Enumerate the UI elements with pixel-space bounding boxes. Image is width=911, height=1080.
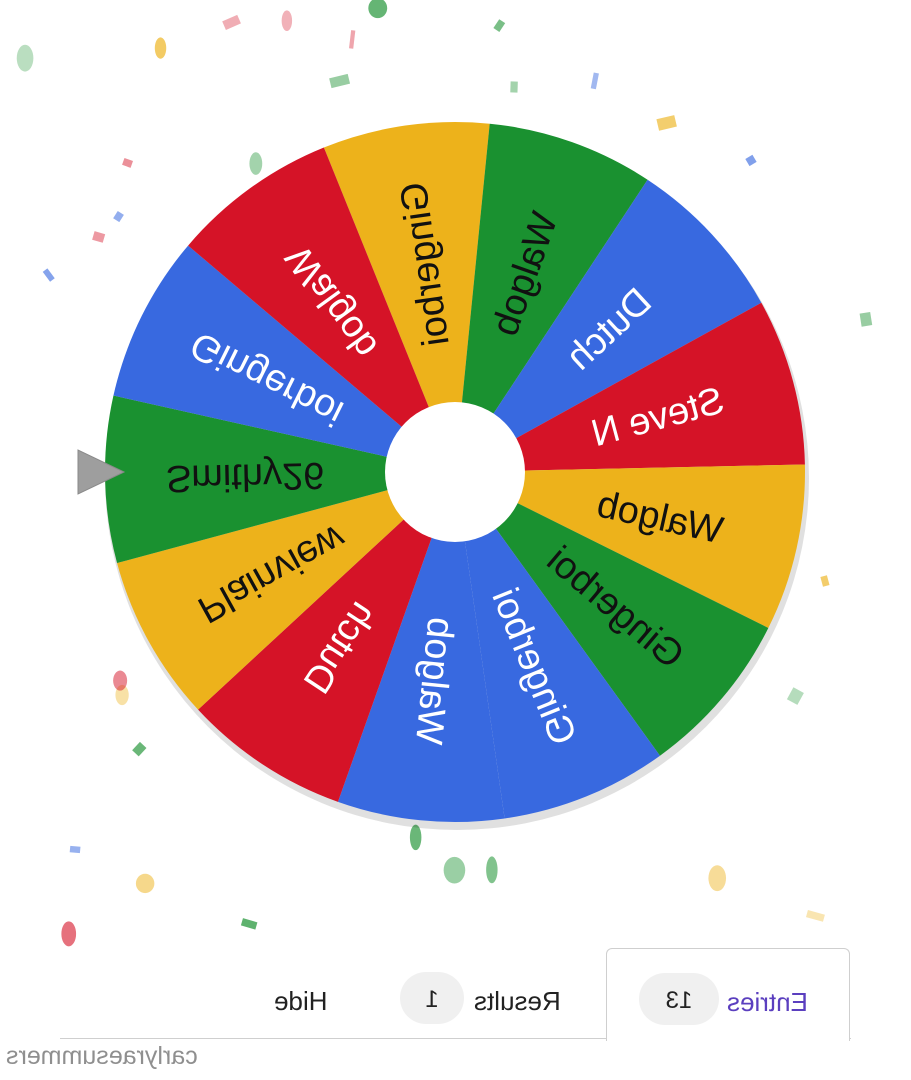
- results-count: 1: [425, 986, 439, 1013]
- entries-count: 13: [665, 987, 693, 1014]
- watermark: carlyraesummers: [6, 1042, 198, 1070]
- wheel-center-hub[interactable]: [385, 402, 525, 542]
- results-count-badge: 1: [400, 972, 464, 1024]
- tab-results[interactable]: 1 Results: [400, 948, 590, 1038]
- wheel-segment-label: Smithy26: [165, 454, 324, 499]
- hide-label: Hide: [274, 986, 328, 1016]
- spinner-wheel[interactable]: Gingerboi Walgob Dutch Steve N Walgob Gingerb…: [0, 0, 911, 1080]
- entries-count-badge: 13: [639, 973, 719, 1025]
- tab-entries[interactable]: 13 Entries: [606, 948, 850, 1041]
- entries-label: Entries: [727, 987, 808, 1017]
- results-label: Results: [474, 986, 561, 1016]
- wheel-graphic[interactable]: Gingerboi WalgobDutchSteve NWalgobGingerb…: [0, 0, 911, 1080]
- tab-bar: 13 Entries 1 Results Hide: [0, 940, 911, 1050]
- tab-hide[interactable]: Hide: [270, 948, 350, 1038]
